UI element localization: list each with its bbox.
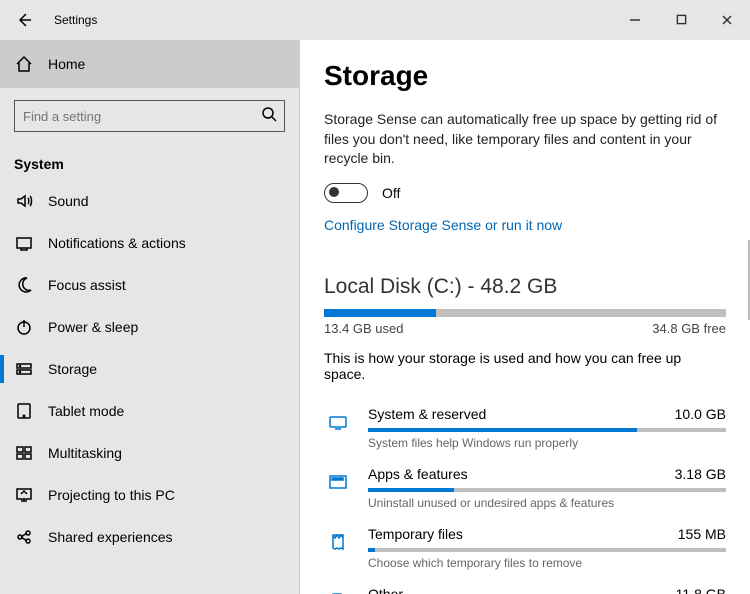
notif-icon (14, 233, 34, 253)
category-bar (368, 428, 726, 432)
search-icon (261, 106, 277, 122)
sidebar: Home System Sound Notifications & actions… (0, 40, 300, 594)
category-icon (324, 468, 352, 496)
sidebar-section-label: System (0, 144, 299, 180)
tablet-icon (14, 401, 34, 421)
window-title: Settings (48, 13, 97, 27)
home-icon (14, 54, 34, 74)
sidebar-item-multi[interactable]: Multitasking (0, 432, 299, 474)
share-icon (14, 527, 34, 547)
category-name: Other (368, 586, 403, 594)
sound-icon (14, 191, 34, 211)
moon-icon (14, 275, 34, 295)
multi-icon (14, 443, 34, 463)
category-name: Apps & features (368, 466, 468, 482)
sidebar-item-label: Sound (48, 193, 88, 209)
maximize-icon (676, 14, 687, 25)
sidebar-item-label: Notifications & actions (48, 235, 186, 251)
category-bar (368, 488, 726, 492)
category-hint: System files help Windows run properly (368, 436, 726, 450)
sidebar-item-project[interactable]: Projecting to this PC (0, 474, 299, 516)
search-container (0, 88, 299, 144)
sidebar-item-tablet[interactable]: Tablet mode (0, 390, 299, 432)
sidebar-item-sound[interactable]: Sound (0, 180, 299, 222)
storage-sense-toggle[interactable] (324, 183, 368, 203)
minimize-icon (629, 14, 641, 26)
category-icon (324, 588, 352, 594)
power-icon (14, 317, 34, 337)
sidebar-item-notif[interactable]: Notifications & actions (0, 222, 299, 264)
page-title: Storage (324, 60, 726, 92)
storage-sense-toggle-label: Off (382, 185, 400, 201)
category-hint: Choose which temporary files to remove (368, 556, 726, 570)
sidebar-home-label: Home (48, 56, 85, 72)
sidebar-home[interactable]: Home (0, 40, 299, 88)
sidebar-item-moon[interactable]: Focus assist (0, 264, 299, 306)
category-size: 10.0 GB (675, 406, 726, 422)
toggle-knob-icon (329, 187, 339, 197)
disk-title: Local Disk (C:) - 48.2 GB (324, 275, 726, 299)
sidebar-item-label: Tablet mode (48, 403, 124, 419)
category-icon (324, 528, 352, 556)
category-size: 11.8 GB (676, 586, 726, 594)
category-icon (324, 408, 352, 436)
disk-used-text: 13.4 GB used (324, 321, 404, 336)
storage-icon (14, 359, 34, 379)
category-bar (368, 548, 726, 552)
disk-free-text: 34.8 GB free (652, 321, 726, 336)
category-size: 3.18 GB (675, 466, 726, 482)
close-button[interactable] (704, 0, 750, 40)
project-icon (14, 485, 34, 505)
disk-usage-bar (324, 309, 726, 317)
content-pane: Storage Storage Sense can automatically … (300, 40, 750, 594)
sidebar-item-label: Projecting to this PC (48, 487, 175, 503)
sidebar-item-share[interactable]: Shared experiences (0, 516, 299, 558)
sidebar-item-storage[interactable]: Storage (0, 348, 299, 390)
category-name: Temporary files (368, 526, 463, 542)
close-icon (721, 14, 733, 26)
storage-how-text: This is how your storage is used and how… (324, 350, 726, 382)
search-input[interactable] (14, 100, 285, 132)
sidebar-item-label: Focus assist (48, 277, 126, 293)
storage-category-row[interactable]: Temporary files 155 MB Choose which tempor… (324, 516, 726, 576)
sidebar-item-label: Multitasking (48, 445, 122, 461)
sidebar-item-label: Storage (48, 361, 97, 377)
maximize-button[interactable] (658, 0, 704, 40)
sidebar-item-power[interactable]: Power & sleep (0, 306, 299, 348)
category-size: 155 MB (678, 526, 726, 542)
title-bar: Settings (0, 0, 750, 40)
configure-storage-sense-link[interactable]: Configure Storage Sense or run it now (324, 217, 726, 233)
back-button[interactable] (0, 0, 48, 40)
storage-category-row[interactable]: Apps & features 3.18 GB Uninstall unused o… (324, 456, 726, 516)
window-controls (612, 0, 750, 40)
storage-category-row[interactable]: Other 11.8 GB (324, 576, 726, 594)
sidebar-item-label: Power & sleep (48, 319, 138, 335)
category-name: System & reserved (368, 406, 486, 422)
back-arrow-icon (16, 12, 32, 28)
storage-category-row[interactable]: System & reserved 10.0 GB System files hel… (324, 396, 726, 456)
sidebar-item-label: Shared experiences (48, 529, 173, 545)
disk-usage-fill (324, 309, 436, 317)
category-hint: Uninstall unused or undesired apps & fea… (368, 496, 726, 510)
storage-sense-description: Storage Sense can automatically free up … (324, 110, 726, 169)
minimize-button[interactable] (612, 0, 658, 40)
